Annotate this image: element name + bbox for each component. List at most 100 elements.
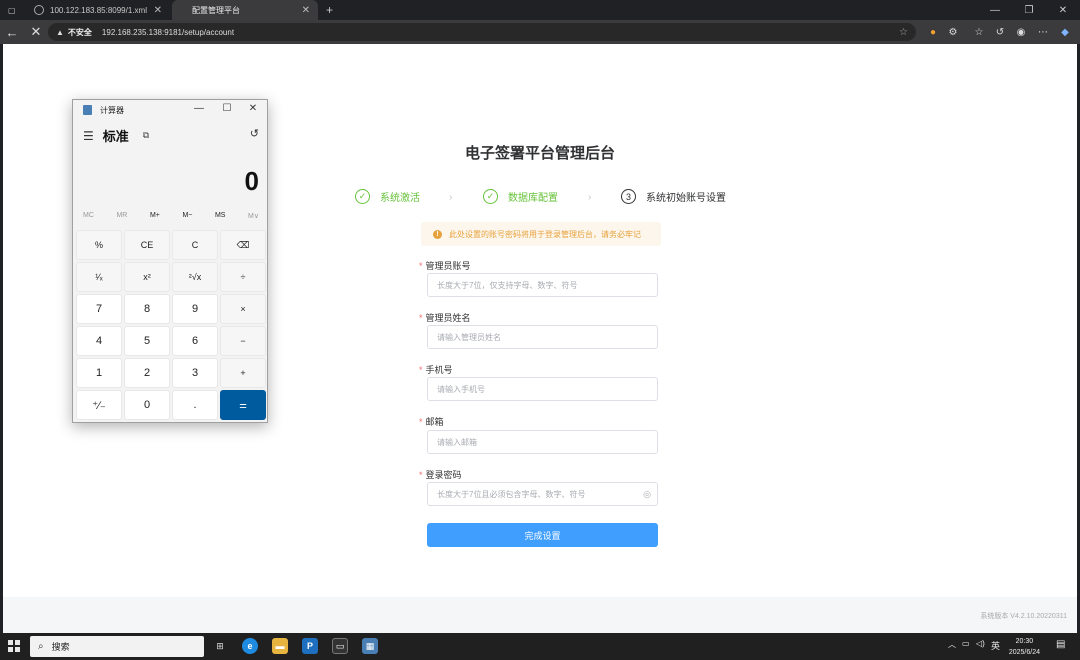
eye-icon[interactable]: ◎ [643,489,651,500]
tab-1-close-icon[interactable]: ✕ [154,5,162,16]
address-bar[interactable]: ▲ 不安全 192.168.235.138:9181/setup/account… [48,23,916,41]
system-clock[interactable]: 20:30 2025/6/24 [1009,636,1040,658]
key-divide[interactable]: ÷ [220,262,266,292]
puzzle-extensions-icon[interactable]: ⚙ [944,24,962,40]
mem-mc-button[interactable]: MC [83,212,94,220]
copilot-icon[interactable]: ◆ [1056,24,1074,40]
key-percent[interactable]: % [76,230,122,260]
tray-expand-icon[interactable]: ︿ [948,639,956,650]
key-ce[interactable]: CE [124,230,170,260]
key-6[interactable]: 6 [172,326,218,356]
hamburger-menu-icon[interactable]: ☰ [83,129,94,143]
key-minus[interactable]: − [220,326,266,356]
mem-mplus-button[interactable]: M+ [150,212,160,220]
required-mark: * [419,261,423,271]
tab-actions-button[interactable]: ▢ [0,0,24,20]
check-circle-icon: ✓ [355,189,370,204]
tab-2-title: 配置管理平台 [192,5,240,15]
calc-minimize-button[interactable]: — [189,103,209,114]
calculator-taskbar-icon[interactable]: ▦ [362,638,378,654]
back-icon[interactable]: ← [0,25,24,40]
window-restore-button[interactable]: ❐ [1012,0,1046,20]
network-icon[interactable]: ▭ [962,639,970,648]
tab-2-close-icon[interactable]: ✕ [302,5,310,16]
history-icon[interactable]: ↺ [250,127,259,140]
step-activation: ✓ 系统激活 [355,189,420,204]
mem-list-button[interactable]: M∨ [248,212,259,220]
favorite-star-icon[interactable]: ☆ [899,27,908,38]
window-minimize-button[interactable]: — [978,0,1012,20]
extension-icon[interactable]: ● [924,24,942,40]
key-backspace[interactable]: ⌫ [220,230,266,260]
favorites-icon[interactable]: ☆ [970,24,988,40]
clock-time: 20:30 [1015,638,1034,645]
label-text: 手机号 [425,365,453,375]
task-view-icon[interactable]: ⊞ [212,638,228,654]
calc-close-button[interactable]: ✕ [243,103,263,114]
p-app-icon[interactable]: P [302,638,318,654]
tab-1[interactable]: 100.122.183.85:8099/1.xml ✕ [26,0,170,20]
taskbar: ⌕ 搜索 ⊞ e ▬ P ▭ ▦ ︿ ▭ ◁) 英 20:30 2025/6/2… [0,633,1080,660]
alert-icon: ! [433,229,442,239]
admin-account-input[interactable]: 长度大于7位，仅支持字母、数字、符号 [427,273,658,297]
key-3[interactable]: 3 [172,358,218,388]
step-label: 数据库配置 [508,193,558,204]
password-input[interactable]: 长度大于7位且必须包含字母、数字、符号 ◎ [427,482,658,506]
key-8[interactable]: 8 [124,294,170,324]
key-2[interactable]: 2 [124,358,170,388]
clock-date: 2025/6/24 [1008,649,1040,656]
mem-mminus-button[interactable]: M− [182,212,192,220]
stop-loading-icon[interactable]: ✕ [24,24,48,40]
key-0[interactable]: 0 [124,390,170,420]
required-mark: * [419,313,423,323]
label-text: 管理员账号 [425,261,471,271]
warning-alert: ! 此处设置的账号密码将用于登录管理后台，请务必牢记 [421,222,661,246]
admin-name-input[interactable]: 请输入管理员姓名 [427,325,658,349]
key-square[interactable]: x² [124,262,170,292]
history-icon[interactable]: ↺ [991,24,1009,40]
profile-avatar-icon[interactable]: ◉ [1012,24,1030,40]
key-equals[interactable]: = [220,390,266,420]
mem-ms-button[interactable]: MS [215,212,226,220]
label-text: 邮箱 [425,417,444,427]
notification-icon[interactable]: ▤ [1056,639,1065,650]
windows-start-icon[interactable] [8,640,20,652]
key-sqrt[interactable]: ²√x [172,262,218,292]
more-menu-icon[interactable]: ⋯ [1034,24,1052,40]
terminal-icon[interactable]: ▭ [332,638,348,654]
key-decimal[interactable]: . [172,390,218,420]
key-plus[interactable]: + [220,358,266,388]
tab-2[interactable]: 配置管理平台 ✕ [172,0,318,20]
key-multiply[interactable]: × [220,294,266,324]
key-negate[interactable]: ⁺∕₋ [76,390,122,420]
placeholder-text: 请输入管理员姓名 [437,332,501,342]
calculator-titlebar[interactable]: 计算器 [73,100,267,120]
file-explorer-icon[interactable]: ▬ [272,638,288,654]
key-5[interactable]: 5 [124,326,170,356]
key-7[interactable]: 7 [76,294,122,324]
email-input[interactable]: 请输入邮箱 [427,430,658,454]
taskbar-search[interactable]: ⌕ 搜索 [30,636,204,657]
key-4[interactable]: 4 [76,326,122,356]
key-9[interactable]: 9 [172,294,218,324]
required-mark: * [419,417,423,427]
complete-setup-button[interactable]: 完成设置 [427,523,658,547]
key-c[interactable]: C [172,230,218,260]
calc-maximize-button[interactable]: ☐ [217,103,237,114]
browser-toolbar: ← ✕ ▲ 不安全 192.168.235.138:9181/setup/acc… [0,20,1080,44]
alert-text: 此处设置的账号密码将用于登录管理后台，请务必牢记 [449,229,641,239]
calculator-window: 计算器 — ☐ ✕ ☰ 标准 ⧉ ↺ 0 MC MR M+ M− MS M∨ %… [72,99,268,423]
ime-indicator[interactable]: 英 [991,639,1000,652]
volume-icon[interactable]: ◁) [976,639,985,648]
mem-mr-button[interactable]: MR [116,212,127,220]
key-reciprocal[interactable]: ¹⁄ₓ [76,262,122,292]
window-close-button[interactable]: ✕ [1046,0,1080,20]
new-tab-button[interactable]: + [318,0,338,20]
keep-on-top-icon[interactable]: ⧉ [143,130,149,141]
chevron-right-icon: › [449,192,453,203]
browser-tab-strip: ▢ 100.122.183.85:8099/1.xml ✕ 配置管理平台 ✕ +… [0,0,1080,20]
key-1[interactable]: 1 [76,358,122,388]
phone-input[interactable]: 请输入手机号 [427,377,658,401]
edge-browser-icon[interactable]: e [242,638,258,654]
calc-mode-title: 标准 [102,129,129,144]
